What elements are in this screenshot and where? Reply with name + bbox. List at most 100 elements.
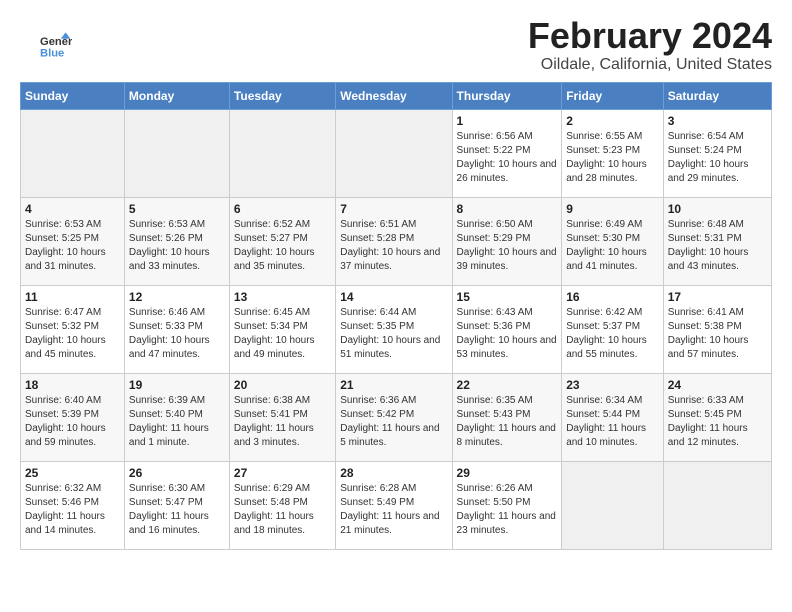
sunset-text: Sunset: 5:24 PM [668,145,742,156]
sunrise-text: Sunrise: 6:47 AM [25,307,101,318]
table-row [562,461,664,549]
col-wednesday: Wednesday [336,82,452,109]
day-number: 12 [129,290,225,304]
sunset-text: Sunset: 5:42 PM [340,409,414,420]
table-row: 25 Sunrise: 6:32 AM Sunset: 5:46 PM Dayl… [21,461,125,549]
logo: General Blue [40,32,72,60]
daylight-text: Daylight: 11 hours and 5 minutes. [340,423,439,448]
sunrise-text: Sunrise: 6:36 AM [340,395,416,406]
daylight-text: Daylight: 10 hours and 33 minutes. [129,247,210,272]
col-thursday: Thursday [452,82,562,109]
sunrise-text: Sunrise: 6:29 AM [234,483,310,494]
sunset-text: Sunset: 5:45 PM [668,409,742,420]
sunrise-text: Sunrise: 6:39 AM [129,395,205,406]
sunrise-text: Sunrise: 6:51 AM [340,219,416,230]
table-row: 29 Sunrise: 6:26 AM Sunset: 5:50 PM Dayl… [452,461,562,549]
sunrise-text: Sunrise: 6:41 AM [668,307,744,318]
sunset-text: Sunset: 5:40 PM [129,409,203,420]
calendar-week-row: 25 Sunrise: 6:32 AM Sunset: 5:46 PM Dayl… [21,461,772,549]
sunrise-text: Sunrise: 6:43 AM [457,307,533,318]
sunset-text: Sunset: 5:48 PM [234,497,308,508]
table-row: 28 Sunrise: 6:28 AM Sunset: 5:49 PM Dayl… [336,461,452,549]
sunset-text: Sunset: 5:47 PM [129,497,203,508]
sunset-text: Sunset: 5:28 PM [340,233,414,244]
daylight-text: Daylight: 11 hours and 3 minutes. [234,423,314,448]
day-number: 5 [129,202,225,216]
col-sunday: Sunday [21,82,125,109]
sunrise-text: Sunrise: 6:48 AM [668,219,744,230]
sunset-text: Sunset: 5:34 PM [234,321,308,332]
table-row [229,109,335,197]
table-row: 13 Sunrise: 6:45 AM Sunset: 5:34 PM Dayl… [229,285,335,373]
table-row: 27 Sunrise: 6:29 AM Sunset: 5:48 PM Dayl… [229,461,335,549]
day-number: 27 [234,466,331,480]
sunset-text: Sunset: 5:22 PM [457,145,531,156]
table-row: 22 Sunrise: 6:35 AM Sunset: 5:43 PM Dayl… [452,373,562,461]
day-number: 1 [457,114,558,128]
daylight-text: Daylight: 11 hours and 10 minutes. [566,423,646,448]
daylight-text: Daylight: 10 hours and 29 minutes. [668,159,749,184]
daylight-text: Daylight: 11 hours and 1 minute. [129,423,209,448]
sunrise-text: Sunrise: 6:53 AM [25,219,101,230]
sunset-text: Sunset: 5:46 PM [25,497,99,508]
sunrise-text: Sunrise: 6:32 AM [25,483,101,494]
sunset-text: Sunset: 5:49 PM [340,497,414,508]
table-row: 7 Sunrise: 6:51 AM Sunset: 5:28 PM Dayli… [336,197,452,285]
table-row: 19 Sunrise: 6:39 AM Sunset: 5:40 PM Dayl… [124,373,229,461]
daylight-text: Daylight: 10 hours and 57 minutes. [668,335,749,360]
calendar-table: Sunday Monday Tuesday Wednesday Thursday… [20,82,772,550]
daylight-text: Daylight: 11 hours and 8 minutes. [457,423,556,448]
day-number: 2 [566,114,659,128]
sunset-text: Sunset: 5:23 PM [566,145,640,156]
sunset-text: Sunset: 5:37 PM [566,321,640,332]
sunrise-text: Sunrise: 6:42 AM [566,307,642,318]
table-row: 18 Sunrise: 6:40 AM Sunset: 5:39 PM Dayl… [21,373,125,461]
day-number: 3 [668,114,767,128]
calendar-week-row: 18 Sunrise: 6:40 AM Sunset: 5:39 PM Dayl… [21,373,772,461]
sunrise-text: Sunrise: 6:52 AM [234,219,310,230]
sunset-text: Sunset: 5:29 PM [457,233,531,244]
sunrise-text: Sunrise: 6:26 AM [457,483,533,494]
day-number: 15 [457,290,558,304]
day-number: 21 [340,378,447,392]
day-number: 20 [234,378,331,392]
calendar-week-row: 4 Sunrise: 6:53 AM Sunset: 5:25 PM Dayli… [21,197,772,285]
table-row: 21 Sunrise: 6:36 AM Sunset: 5:42 PM Dayl… [336,373,452,461]
sunrise-text: Sunrise: 6:45 AM [234,307,310,318]
daylight-text: Daylight: 10 hours and 53 minutes. [457,335,557,360]
daylight-text: Daylight: 10 hours and 31 minutes. [25,247,106,272]
daylight-text: Daylight: 11 hours and 14 minutes. [25,511,105,536]
day-number: 4 [25,202,120,216]
sunrise-text: Sunrise: 6:38 AM [234,395,310,406]
calendar-header: February 2024 Oildale, California, Unite… [20,16,772,74]
table-row: 14 Sunrise: 6:44 AM Sunset: 5:35 PM Dayl… [336,285,452,373]
sunrise-text: Sunrise: 6:50 AM [457,219,533,230]
daylight-text: Daylight: 10 hours and 35 minutes. [234,247,315,272]
sunset-text: Sunset: 5:35 PM [340,321,414,332]
daylight-text: Daylight: 10 hours and 51 minutes. [340,335,440,360]
table-row: 12 Sunrise: 6:46 AM Sunset: 5:33 PM Dayl… [124,285,229,373]
sunset-text: Sunset: 5:26 PM [129,233,203,244]
table-row: 5 Sunrise: 6:53 AM Sunset: 5:26 PM Dayli… [124,197,229,285]
daylight-text: Daylight: 11 hours and 16 minutes. [129,511,209,536]
table-row: 1 Sunrise: 6:56 AM Sunset: 5:22 PM Dayli… [452,109,562,197]
col-tuesday: Tuesday [229,82,335,109]
table-row: 4 Sunrise: 6:53 AM Sunset: 5:25 PM Dayli… [21,197,125,285]
day-number: 14 [340,290,447,304]
sunset-text: Sunset: 5:41 PM [234,409,308,420]
col-saturday: Saturday [663,82,771,109]
table-row: 11 Sunrise: 6:47 AM Sunset: 5:32 PM Dayl… [21,285,125,373]
day-number: 18 [25,378,120,392]
calendar-week-row: 11 Sunrise: 6:47 AM Sunset: 5:32 PM Dayl… [21,285,772,373]
day-number: 22 [457,378,558,392]
daylight-text: Daylight: 10 hours and 55 minutes. [566,335,647,360]
daylight-text: Daylight: 10 hours and 45 minutes. [25,335,106,360]
daylight-text: Daylight: 11 hours and 21 minutes. [340,511,439,536]
sunset-text: Sunset: 5:33 PM [129,321,203,332]
sunrise-text: Sunrise: 6:28 AM [340,483,416,494]
table-row: 23 Sunrise: 6:34 AM Sunset: 5:44 PM Dayl… [562,373,664,461]
table-row: 10 Sunrise: 6:48 AM Sunset: 5:31 PM Dayl… [663,197,771,285]
sunset-text: Sunset: 5:30 PM [566,233,640,244]
sunset-text: Sunset: 5:39 PM [25,409,99,420]
table-row: 9 Sunrise: 6:49 AM Sunset: 5:30 PM Dayli… [562,197,664,285]
